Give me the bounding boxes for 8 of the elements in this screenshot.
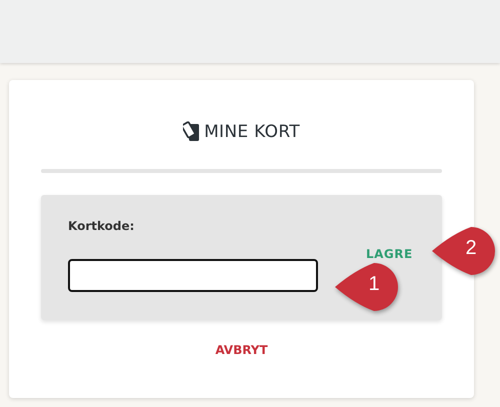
cards-icon <box>183 121 200 143</box>
card-title: MINE KORT <box>204 122 300 142</box>
save-button[interactable]: LAGRE <box>366 247 413 261</box>
cancel-button[interactable]: AVBRYT <box>215 343 268 357</box>
field-label: Kortkode: <box>68 219 136 233</box>
callout-marker: 2 <box>432 226 496 276</box>
callout-marker: 1 <box>335 262 399 312</box>
input-field[interactable] <box>68 259 318 292</box>
